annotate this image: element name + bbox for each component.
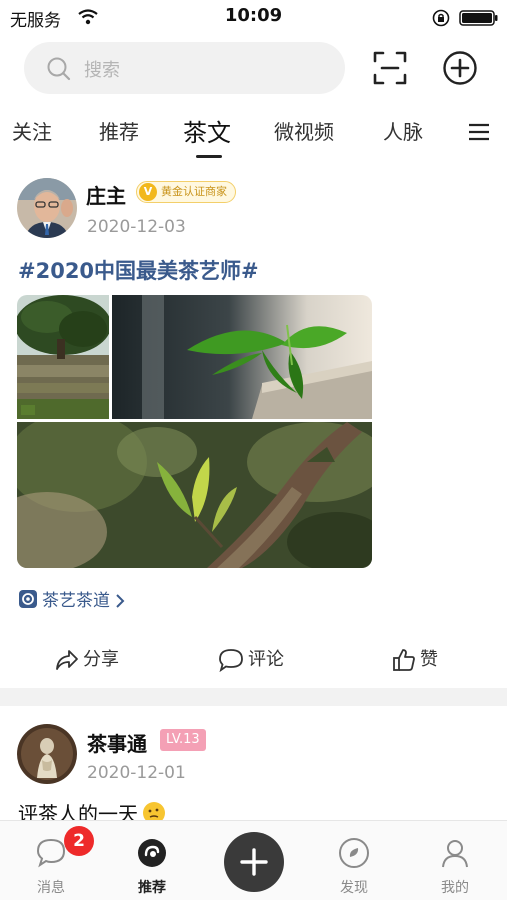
- thumbs-up-icon: [392, 649, 420, 671]
- tab-tea-article[interactable]: 茶文: [183, 113, 231, 148]
- post-date: 2020-12-01: [87, 763, 186, 783]
- nav-discover[interactable]: 发现: [314, 821, 394, 900]
- tea-tree-photo[interactable]: [17, 295, 109, 419]
- category-tabs: 关注 推荐 茶文 微视频 人脉: [0, 104, 507, 162]
- share-button[interactable]: 分享: [55, 645, 119, 671]
- like-label: 赞: [420, 649, 438, 670]
- rotation-lock-icon: [432, 9, 450, 31]
- search-placeholder: 搜索: [84, 60, 120, 81]
- topic-tag[interactable]: 茶艺茶道: [18, 586, 125, 614]
- post-divider: [0, 688, 507, 706]
- tab-contacts[interactable]: 人脉: [383, 116, 423, 145]
- share-icon: [55, 649, 83, 670]
- share-label: 分享: [83, 649, 119, 670]
- nav-discover-label: 发现: [340, 880, 368, 896]
- tab-micro-video[interactable]: 微视频: [274, 116, 334, 145]
- publish-button[interactable]: [224, 832, 284, 892]
- author-name[interactable]: 庄主: [86, 180, 126, 209]
- nav-recommend-label: 推荐: [138, 880, 166, 896]
- comment-button[interactable]: 评论: [218, 645, 284, 673]
- avatar[interactable]: [17, 178, 77, 238]
- post-date: 2020-12-03: [87, 217, 186, 237]
- nav-recommend[interactable]: 推荐: [112, 821, 192, 900]
- comment-icon: [218, 649, 248, 673]
- verified-v-icon: V: [139, 183, 157, 201]
- author-name[interactable]: 茶事通: [87, 728, 147, 757]
- scan-icon[interactable]: [372, 50, 408, 90]
- topic-label: 茶艺茶道: [42, 591, 110, 611]
- topic-icon: [18, 589, 38, 614]
- nav-messages-label: 消息: [37, 880, 65, 896]
- tab-follow[interactable]: 关注: [12, 116, 52, 145]
- like-button[interactable]: 赞: [392, 645, 438, 672]
- verified-merchant-badge: V 黄金认证商家: [136, 181, 236, 203]
- unread-count-badge: 2: [64, 826, 94, 856]
- tea-bud-photo[interactable]: [17, 422, 372, 568]
- badge-label: 黄金认证商家: [161, 185, 227, 198]
- level-badge: LV.13: [160, 729, 206, 751]
- search-icon: [46, 56, 72, 86]
- avatar[interactable]: [17, 724, 77, 784]
- search-input[interactable]: 搜索: [24, 42, 345, 94]
- battery-icon: [459, 10, 499, 30]
- tea-leaf-photo[interactable]: [112, 295, 372, 419]
- active-tab-indicator: [196, 155, 222, 158]
- plus-icon: [224, 848, 284, 896]
- clock: 10:09: [224, 5, 283, 26]
- chevron-right-icon: [115, 591, 125, 611]
- status-bar: 无服务 10:09: [0, 0, 507, 34]
- tab-recommend[interactable]: 推荐: [99, 116, 139, 145]
- hashtag-link[interactable]: #2020中国最美茶艺师#: [18, 255, 259, 285]
- menu-icon[interactable]: [468, 122, 490, 146]
- nav-profile-label: 我的: [441, 880, 469, 896]
- comment-label: 评论: [248, 649, 284, 670]
- nav-profile[interactable]: 我的: [415, 821, 495, 900]
- add-icon[interactable]: [442, 50, 478, 90]
